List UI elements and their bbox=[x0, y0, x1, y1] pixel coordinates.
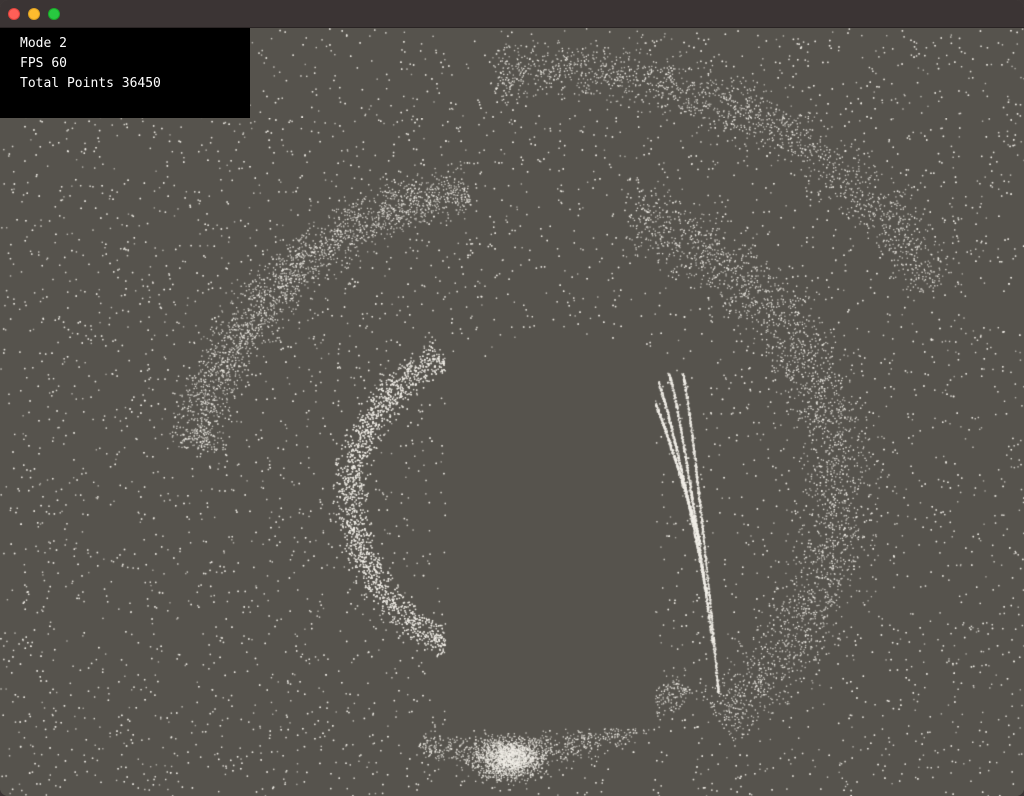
close-window-button[interactable] bbox=[8, 8, 20, 20]
fps-readout: FPS 60 bbox=[20, 54, 250, 74]
minimize-window-button[interactable] bbox=[28, 8, 40, 20]
zoom-window-button[interactable] bbox=[48, 8, 60, 20]
mode-value: 2 bbox=[59, 36, 67, 51]
total-points-readout: Total Points 36450 bbox=[20, 74, 250, 94]
stats-overlay: Mode 2 FPS 60 Total Points 36450 bbox=[0, 28, 250, 118]
title-bar[interactable] bbox=[0, 0, 1024, 28]
fps-value: 60 bbox=[51, 56, 67, 71]
total-points-value: 36450 bbox=[121, 76, 161, 91]
mode-readout: Mode 2 bbox=[20, 34, 250, 54]
fps-label: FPS bbox=[20, 56, 44, 71]
mode-label: Mode bbox=[20, 36, 52, 51]
particle-field[interactable] bbox=[0, 28, 1024, 796]
app-window: Mode 2 FPS 60 Total Points 36450 bbox=[0, 0, 1024, 796]
particle-simulation-canvas[interactable] bbox=[0, 28, 1024, 796]
total-points-label: Total Points bbox=[20, 76, 114, 91]
